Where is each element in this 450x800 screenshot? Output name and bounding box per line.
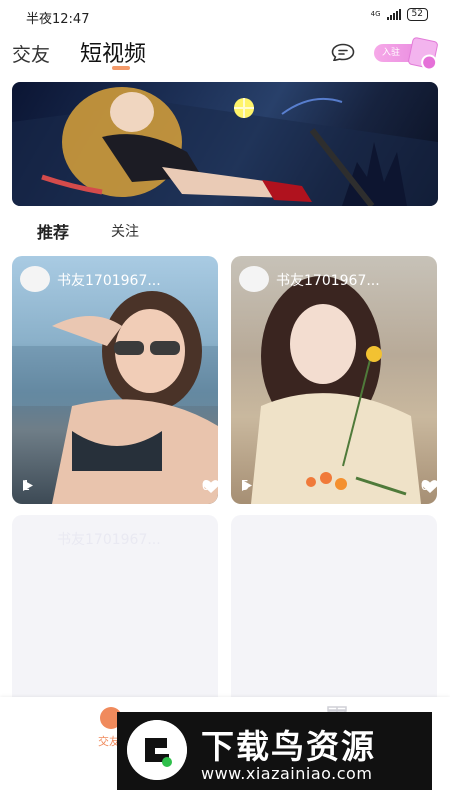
enter-badge[interactable]: 入驻 bbox=[374, 36, 439, 70]
sub-tabs: 推荐 关注 bbox=[0, 212, 450, 248]
play-count: 5 bbox=[241, 479, 252, 494]
tab-recommended[interactable]: 推荐 bbox=[37, 219, 69, 243]
video-thumbnail bbox=[12, 291, 218, 504]
heart-icon[interactable] bbox=[202, 479, 218, 494]
like-count: 0 bbox=[421, 479, 437, 494]
tab-following[interactable]: 关注 bbox=[111, 221, 139, 241]
play-count: 1 bbox=[22, 479, 33, 494]
active-tab-indicator bbox=[112, 66, 130, 70]
video-card[interactable]: 书友1701967... 1 0 bbox=[12, 256, 218, 504]
watermark: 下载鸟资源 www.xiazainiao.com bbox=[117, 712, 432, 790]
bird-logo-icon bbox=[127, 720, 187, 780]
status-bar: 半夜12:47 4G 52 bbox=[0, 0, 450, 32]
video-card[interactable]: 书友1701967... 5 0 bbox=[231, 256, 437, 504]
like-count: 0 bbox=[202, 479, 218, 494]
play-icon bbox=[23, 480, 33, 491]
heart-icon[interactable] bbox=[421, 479, 437, 494]
author-name: 书友1701967... bbox=[276, 273, 380, 289]
chat-icon[interactable] bbox=[331, 43, 355, 61]
status-time: 半夜12:47 bbox=[26, 12, 90, 27]
id-card-icon bbox=[407, 36, 439, 70]
avatar bbox=[239, 266, 269, 292]
network-type: 4G bbox=[370, 10, 381, 18]
top-nav: 交友 短视频 入驻 bbox=[0, 32, 450, 76]
tab-dating[interactable]: 交友 bbox=[12, 40, 50, 67]
battery-icon: 52 bbox=[406, 8, 428, 21]
watermark-title: 下载鸟资源 bbox=[201, 727, 376, 766]
signal-icon bbox=[386, 9, 401, 20]
banner-illustration bbox=[12, 87, 438, 206]
video-card[interactable]: 书友1701967... bbox=[12, 515, 218, 715]
author-name: 书友1701967... bbox=[57, 532, 161, 548]
promo-banner[interactable] bbox=[12, 82, 438, 206]
avatar bbox=[20, 266, 50, 292]
author-name: 书友1701967... bbox=[57, 273, 161, 289]
tab-short-video[interactable]: 短视频 bbox=[80, 36, 146, 68]
video-card-placeholder[interactable] bbox=[231, 515, 437, 715]
video-thumbnail bbox=[251, 276, 421, 504]
watermark-url: www.xiazainiao.com bbox=[201, 764, 373, 783]
play-icon bbox=[242, 480, 252, 491]
status-indicators: 4G 52 bbox=[371, 8, 428, 21]
